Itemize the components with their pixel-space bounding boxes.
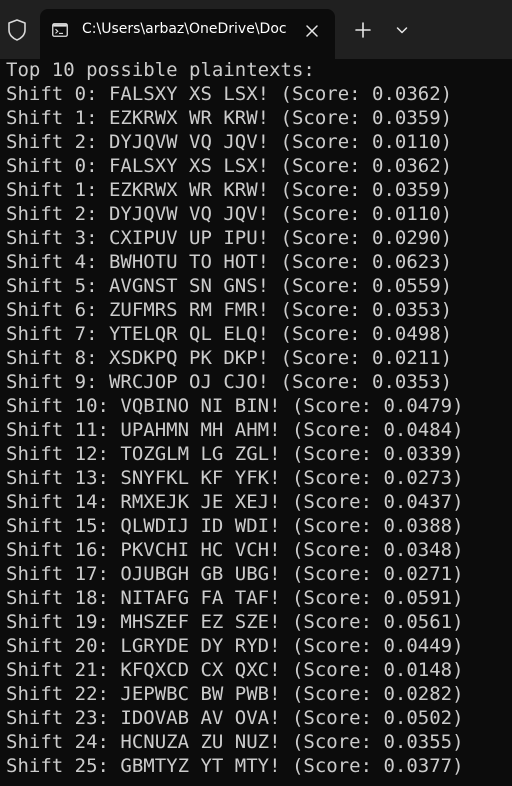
output-line: Shift 0: FALSXY XS LSX! (Score: 0.0362) <box>6 83 453 105</box>
output-line: Shift 23: IDOVAB AV OVA! (Score: 0.0502) <box>6 707 464 729</box>
title-bar: C:\Users\arbaz\OneDrive\Doc <box>0 0 512 59</box>
output-line: Shift 2: DYJQVW VQ JQV! (Score: 0.0110) <box>6 203 453 225</box>
output-line: Shift 4: BWHOTU TO HOT! (Score: 0.0623) <box>6 251 453 273</box>
terminal-icon <box>52 22 68 38</box>
output-line: Shift 24: HCNUZA ZU NUZ! (Score: 0.0355) <box>6 731 464 753</box>
output-line: Shift 20: LGRYDE DY RYD! (Score: 0.0449) <box>6 635 464 657</box>
output-line: Shift 18: NITAFG FA TAF! (Score: 0.0591) <box>6 587 464 609</box>
output-line: Shift 14: RMXEJK JE XEJ! (Score: 0.0437) <box>6 491 464 513</box>
tab-active[interactable]: C:\Users\arbaz\OneDrive\Doc <box>40 9 335 59</box>
output-line: Shift 8: XSDKPQ PK DKP! (Score: 0.0211) <box>6 347 453 369</box>
tab-dropdown-button[interactable] <box>390 18 414 42</box>
output-line: Shift 12: TOZGLM LG ZGL! (Score: 0.0339) <box>6 443 464 465</box>
terminal-window: C:\Users\arbaz\OneDrive\Doc Top 10 possi… <box>0 0 512 786</box>
output-line: Shift 6: ZUFMRS RM FMR! (Score: 0.0353) <box>6 299 453 321</box>
output-line: Shift 17: OJUBGH GB UBG! (Score: 0.0271) <box>6 563 464 585</box>
chevron-down-icon <box>396 27 408 34</box>
terminal-output[interactable]: Top 10 possible plaintexts: Shift 0: FAL… <box>6 58 512 778</box>
output-line: Shift 16: PKVCHI HC VCH! (Score: 0.0348) <box>6 539 464 561</box>
output-line: Shift 1: EZKRWX WR KRW! (Score: 0.0359) <box>6 107 453 129</box>
shield-icon[interactable] <box>6 18 28 42</box>
output-line: Shift 0: FALSXY XS LSX! (Score: 0.0362) <box>6 155 453 177</box>
output-line: Shift 15: QLWDIJ ID WDI! (Score: 0.0388) <box>6 515 464 537</box>
plus-icon <box>355 22 371 38</box>
output-header: Top 10 possible plaintexts: <box>6 59 315 81</box>
output-line: Shift 19: MHSZEF EZ SZE! (Score: 0.0561) <box>6 611 464 633</box>
close-icon[interactable] <box>300 19 324 43</box>
output-line: Shift 21: KFQXCD CX QXC! (Score: 0.0148) <box>6 659 464 681</box>
output-line: Shift 2: DYJQVW VQ JQV! (Score: 0.0110) <box>6 131 453 153</box>
output-line: Shift 9: WRCJOP OJ CJO! (Score: 0.0353) <box>6 371 453 393</box>
output-line: Shift 3: CXIPUV UP IPU! (Score: 0.0290) <box>6 227 453 249</box>
output-line: Shift 22: JEPWBC BW PWB! (Score: 0.0282) <box>6 683 464 705</box>
output-line: Shift 10: VQBINO NI BIN! (Score: 0.0479) <box>6 395 464 417</box>
output-line: Shift 7: YTELQR QL ELQ! (Score: 0.0498) <box>6 323 453 345</box>
output-line: Shift 5: AVGNST SN GNS! (Score: 0.0559) <box>6 275 453 297</box>
output-line: Shift 11: UPAHMN MH AHM! (Score: 0.0484) <box>6 419 464 441</box>
tab-title: C:\Users\arbaz\OneDrive\Doc <box>82 21 287 37</box>
output-line: Shift 1: EZKRWX WR KRW! (Score: 0.0359) <box>6 179 453 201</box>
new-tab-button[interactable] <box>348 16 378 44</box>
output-line: Shift 25: GBMTYZ YT MTY! (Score: 0.0377) <box>6 755 464 777</box>
output-line: Shift 13: SNYFKL KF YFK! (Score: 0.0273) <box>6 467 464 489</box>
